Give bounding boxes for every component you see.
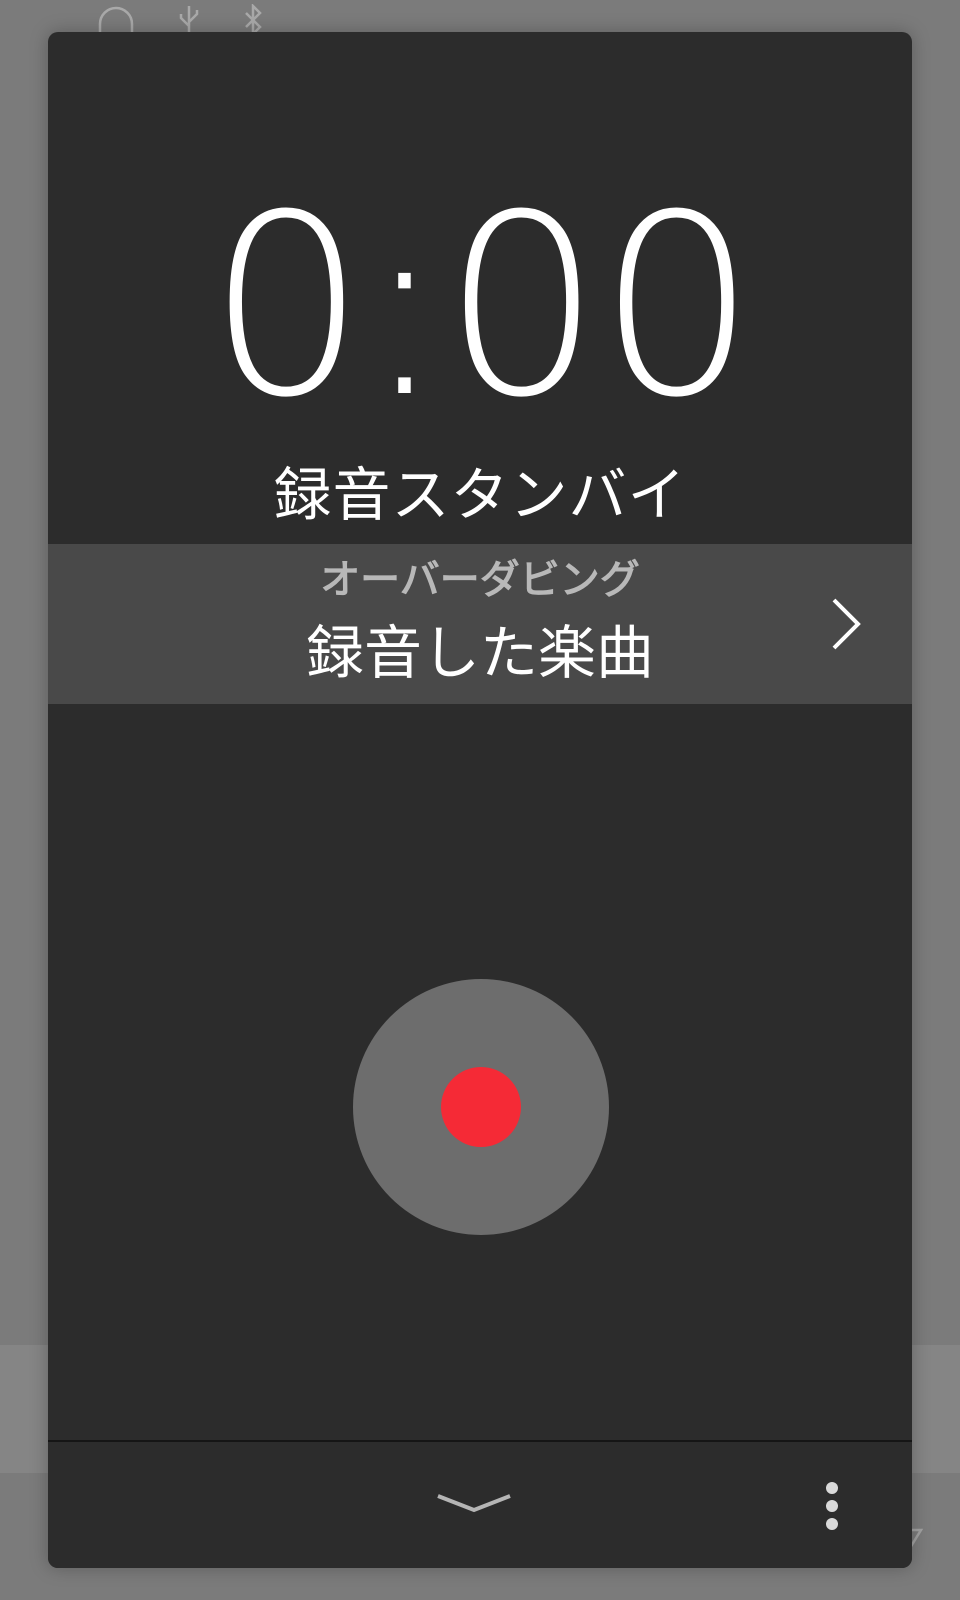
recorder-panel: 0:00 録音スタンバイ オーバーダビング 録音した楽曲 xyxy=(48,32,912,1568)
recording-status: 録音スタンバイ xyxy=(273,461,687,529)
menu-dot xyxy=(826,1482,838,1494)
record-button[interactable] xyxy=(353,979,609,1235)
menu-dot xyxy=(826,1500,838,1512)
overdub-label: オーバーダビング xyxy=(320,557,640,603)
more-options-button[interactable] xyxy=(816,1478,848,1534)
menu-dot xyxy=(826,1518,838,1530)
bottom-bar xyxy=(48,1440,912,1568)
chevron-right-icon xyxy=(832,598,861,650)
overdub-source: 録音した楽曲 xyxy=(305,619,654,687)
chevron-down-icon[interactable] xyxy=(434,1486,514,1522)
overdub-selector[interactable]: オーバーダビング 録音した楽曲 xyxy=(48,544,912,704)
elapsed-time: 0:00 xyxy=(207,161,756,452)
record-icon xyxy=(441,1067,521,1147)
